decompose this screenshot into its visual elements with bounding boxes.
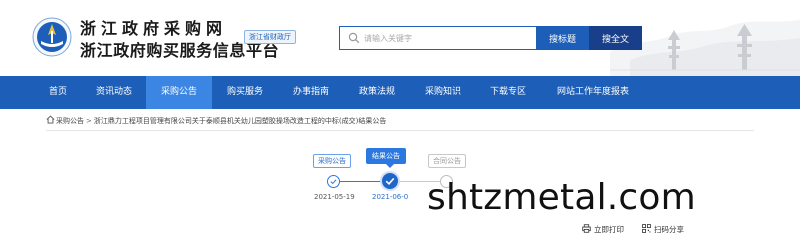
main-nav: 首页 资讯动态 采购公告 购买服务 办事指南 政策法规 采购知识 下载专区 网站… xyxy=(0,76,800,109)
nav-item-purchase-services[interactable]: 购买服务 xyxy=(212,76,278,109)
step-node-current xyxy=(382,173,398,189)
nav-item-home[interactable]: 首页 xyxy=(34,76,82,109)
step-pointer xyxy=(386,164,394,168)
step-connector-done xyxy=(340,181,382,182)
divider xyxy=(46,130,754,131)
qrcode-icon xyxy=(642,224,651,233)
site-header: 浙江政府采购网 浙江政府购买服务信息平台 浙江省财政厅 搜标题 搜全文 xyxy=(0,0,800,76)
step-tag-result-notice[interactable]: 结果公告 xyxy=(366,148,406,164)
share-button[interactable]: 扫码分享 xyxy=(642,224,684,236)
site-logo[interactable] xyxy=(32,17,72,57)
breadcrumb: 采购公告 > 浙江鼎力工程项目管理有限公司关于泰顺县机关幼儿园塑胶操场改造工程的中标… xyxy=(46,114,386,128)
step-date: 2021-05-19 xyxy=(314,193,355,201)
nav-item-guide[interactable]: 办事指南 xyxy=(278,76,344,109)
check-icon xyxy=(385,177,395,185)
step-node-done xyxy=(327,175,340,188)
search-box xyxy=(339,26,536,50)
search-fulltext-button[interactable]: 搜全文 xyxy=(589,26,642,50)
nav-item-policies[interactable]: 政策法规 xyxy=(344,76,410,109)
nav-item-knowledge[interactable]: 采购知识 xyxy=(410,76,476,109)
print-button[interactable]: 立即打印 xyxy=(582,224,624,236)
search-title-button[interactable]: 搜标题 xyxy=(536,26,589,50)
step-date: 2021-06-0 xyxy=(372,193,409,201)
nav-item-downloads[interactable]: 下载专区 xyxy=(476,76,540,109)
breadcrumb-current: 浙江鼎力工程项目管理有限公司关于泰顺县机关幼儿园塑胶操场改造工程的中标(成交)结… xyxy=(93,117,387,125)
share-label: 扫码分享 xyxy=(654,225,684,234)
home-icon xyxy=(46,115,55,124)
watermark-text: shtzmetal.com xyxy=(427,177,696,218)
nav-item-procurement-notice[interactable]: 采购公告 xyxy=(146,76,212,109)
site-title: 浙江政府采购网 xyxy=(80,19,228,38)
nav-item-news[interactable]: 资讯动态 xyxy=(82,76,146,109)
nav-item-annual-report[interactable]: 网站工作年度报表 xyxy=(540,76,646,109)
department-badge: 浙江省财政厅 xyxy=(244,30,296,44)
print-label: 立即打印 xyxy=(594,225,624,234)
step-tag-contract-notice[interactable]: 合同公告 xyxy=(428,154,466,168)
search-icon xyxy=(348,32,360,44)
check-icon xyxy=(330,179,337,185)
breadcrumb-separator: > xyxy=(86,117,92,125)
step-tag-procurement-notice[interactable]: 采购公告 xyxy=(313,154,351,168)
breadcrumb-link-procurement[interactable]: 采购公告 xyxy=(56,117,84,125)
printer-icon xyxy=(582,224,591,233)
search-input[interactable] xyxy=(364,30,532,46)
